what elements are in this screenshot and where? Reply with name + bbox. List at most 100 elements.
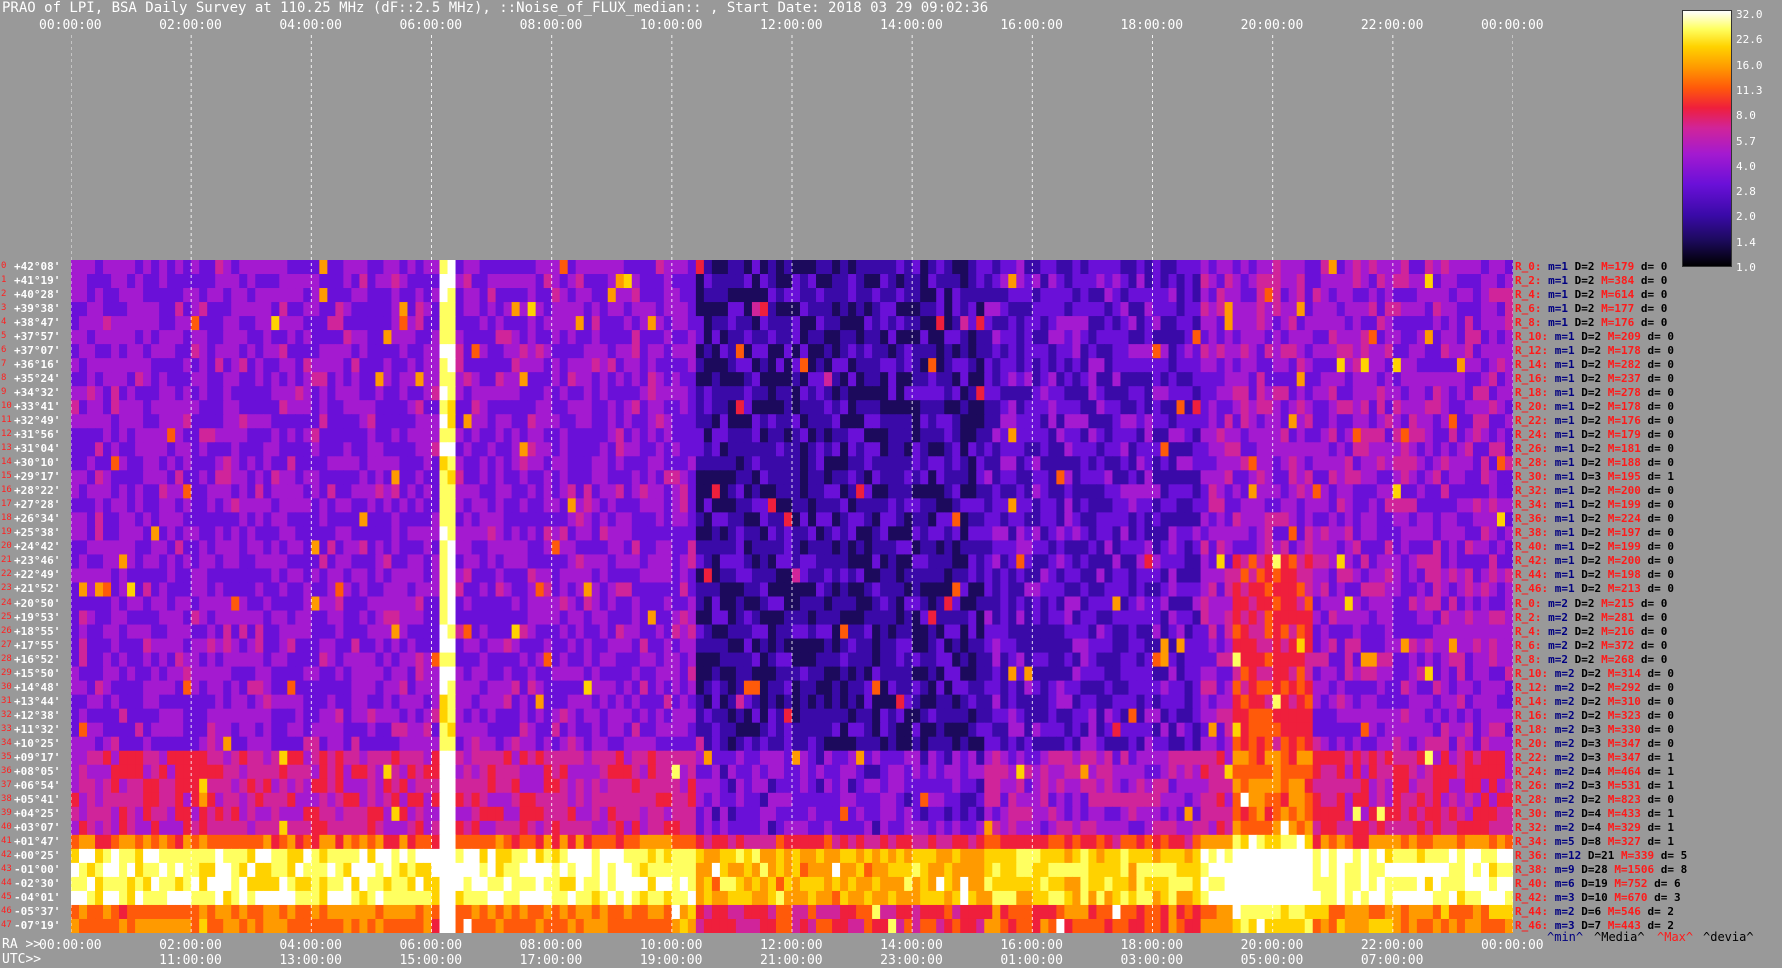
heatmap-cell <box>535 596 545 612</box>
heatmap-cell <box>503 596 513 612</box>
heatmap-cell <box>71 582 80 598</box>
heatmap-cell <box>151 498 160 513</box>
heatmap-cell <box>255 624 264 640</box>
heatmap-cell <box>1336 624 1346 640</box>
heatmap-cell <box>183 596 192 612</box>
heatmap-cell <box>303 638 312 654</box>
heatmap-cell <box>95 498 104 513</box>
heatmap-cell <box>856 526 865 542</box>
heatmap-cell <box>1288 330 1298 345</box>
heatmap-cell <box>695 344 705 359</box>
heatmap-cell <box>775 274 785 289</box>
heatmap-cell <box>1432 610 1442 626</box>
heatmap-cell <box>1168 624 1178 640</box>
heatmap-cell <box>439 386 449 401</box>
heatmap-cell <box>1152 582 1162 598</box>
heatmap-cell <box>1128 638 1138 654</box>
heatmap-cell <box>1280 596 1290 612</box>
heatmap-cell <box>543 316 553 331</box>
heatmap-cell <box>800 484 809 499</box>
heatmap-cell <box>952 414 961 429</box>
heatmap-cell <box>936 344 945 359</box>
heatmap-cell <box>1496 344 1506 359</box>
heatmap-cell <box>655 582 665 598</box>
heatmap-cell <box>399 442 409 457</box>
heatmap-cell <box>1272 428 1282 443</box>
heatmap-cell <box>655 414 665 429</box>
heatmap-cell <box>1504 512 1513 527</box>
heatmap-cell <box>311 358 320 373</box>
heatmap-cell <box>1472 302 1482 317</box>
heatmap-cell <box>431 484 441 499</box>
heatmap-cell <box>928 596 937 612</box>
heatmap-cell <box>800 260 809 275</box>
heatmap-cell <box>904 330 913 345</box>
heatmap-cell <box>511 344 521 359</box>
heatmap-cell <box>543 428 553 443</box>
heatmap-cell <box>671 330 681 345</box>
heatmap-cell <box>1056 442 1065 457</box>
heatmap-cell <box>1368 540 1378 556</box>
heatmap-cell <box>343 428 352 443</box>
heatmap-cell <box>1160 456 1170 471</box>
heatmap-cell <box>1440 540 1450 556</box>
heatmap-cell <box>503 470 513 485</box>
heatmap-cell <box>1048 274 1057 289</box>
heatmap-cell <box>647 540 657 556</box>
heatmap-cell <box>800 470 809 485</box>
heatmap-cell <box>1352 372 1362 387</box>
heatmap-cell <box>183 526 192 542</box>
heatmap-cell <box>783 386 793 401</box>
heatmap-cell <box>639 624 649 640</box>
heatmap-cell <box>495 302 505 317</box>
heatmap-cell <box>1456 596 1466 612</box>
heatmap-cell <box>864 582 873 598</box>
heatmap-cell <box>1024 540 1033 556</box>
heatmap-cell <box>968 358 977 373</box>
heatmap-cell <box>583 428 593 443</box>
heatmap-cell <box>743 358 753 373</box>
heatmap-cell <box>1144 568 1154 584</box>
heatmap-cell <box>1256 428 1266 443</box>
heatmap-cell <box>1096 498 1106 513</box>
heatmap-cell <box>912 386 921 401</box>
heatmap-cell <box>888 386 897 401</box>
heatmap-cell <box>1480 414 1490 429</box>
heatmap-cell <box>968 302 977 317</box>
heatmap-cell <box>1088 498 1098 513</box>
heatmap-cell <box>968 274 977 289</box>
heatmap-cell <box>127 386 136 401</box>
heatmap-cell <box>431 624 441 640</box>
heatmap-cell <box>952 456 961 471</box>
heatmap-cell <box>375 428 385 443</box>
heatmap-cell <box>1088 442 1098 457</box>
heatmap-cell <box>327 582 336 598</box>
heatmap-cell <box>639 582 649 598</box>
heatmap-cell <box>1008 526 1017 542</box>
heatmap-cell <box>183 484 192 499</box>
heatmap-cell <box>543 456 553 471</box>
heatmap-cell <box>335 470 344 485</box>
heatmap-cell <box>1408 442 1418 457</box>
heatmap-cell <box>1096 386 1106 401</box>
heatmap-cell <box>1128 316 1138 331</box>
heatmap-cell <box>984 414 993 429</box>
heatmap-cell <box>1400 442 1410 457</box>
heatmap-cell <box>1168 386 1178 401</box>
heatmap-cell <box>743 540 753 556</box>
heatmap-cell <box>623 596 633 612</box>
heatmap-cell <box>519 330 529 345</box>
heatmap-cell <box>1224 400 1234 415</box>
heatmap-cell <box>1464 302 1474 317</box>
heatmap-cell <box>1352 428 1362 443</box>
heatmap-cell <box>1136 344 1146 359</box>
heatmap-cell <box>1000 358 1009 373</box>
heatmap-cell <box>1368 456 1378 471</box>
heatmap-cell <box>151 274 160 289</box>
heatmap-cell <box>663 526 673 542</box>
heatmap-cell <box>1048 512 1057 527</box>
heatmap-cell <box>1360 568 1370 584</box>
heatmap-cell <box>471 274 481 289</box>
heatmap-cell <box>455 372 465 387</box>
heatmap-cell <box>687 358 697 373</box>
